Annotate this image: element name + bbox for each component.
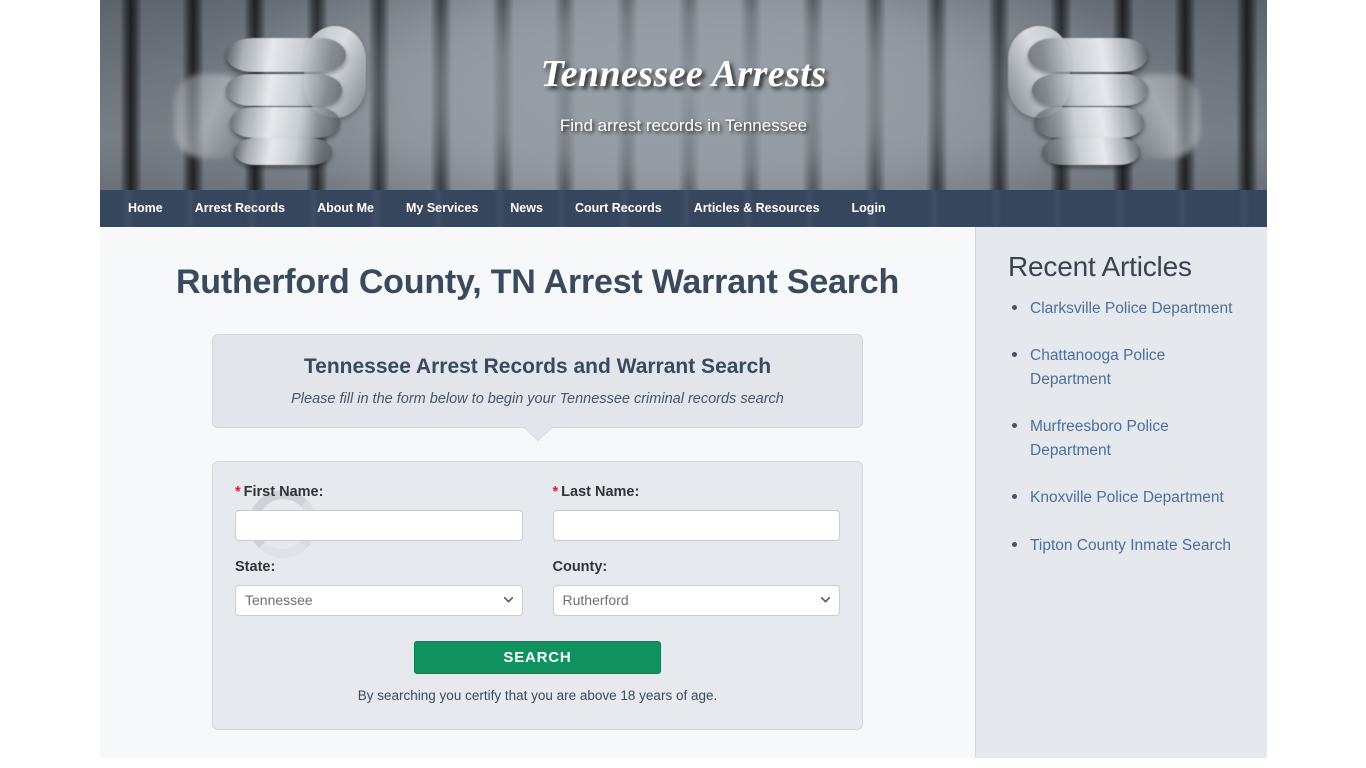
site-tagline: Find arrest records in Tennessee bbox=[559, 116, 808, 135]
main-navigation: Home Arrest Records About Me My Services… bbox=[100, 190, 1267, 227]
nav-item-login[interactable]: Login bbox=[836, 190, 902, 227]
required-marker-first-name: * bbox=[235, 483, 241, 500]
article-link-murfreesboro[interactable]: Murfreesboro Police Department bbox=[1030, 418, 1169, 458]
article-link-knoxville[interactable]: Knoxville Police Department bbox=[1030, 489, 1224, 506]
article-link-tipton-county[interactable]: Tipton County Inmate Search bbox=[1030, 537, 1231, 554]
list-item: Chattanooga Police Department bbox=[1012, 344, 1241, 391]
last-name-label-text: Last Name: bbox=[561, 483, 640, 500]
list-item: Clarksville Police Department bbox=[1012, 297, 1241, 320]
last-name-label: * Last Name: bbox=[553, 484, 841, 500]
state-select-wrap: Tennessee bbox=[235, 584, 523, 616]
list-item: Tipton County Inmate Search bbox=[1012, 534, 1241, 557]
form-row-location: State: Tennessee County: Rutherford bbox=[235, 559, 840, 616]
nav-item-my-services[interactable]: My Services bbox=[390, 190, 494, 227]
site-masthead: Tennessee Arrests Find arrest records in… bbox=[100, 0, 1267, 190]
state-select[interactable]: Tennessee bbox=[235, 584, 523, 616]
first-name-label-text: First Name: bbox=[243, 483, 324, 500]
age-disclaimer: By searching you certify that you are ab… bbox=[357, 687, 718, 703]
county-label: County: bbox=[552, 558, 608, 575]
sidebar-title: Recent Articles bbox=[1008, 251, 1192, 282]
field-group-state: State: Tennessee bbox=[235, 559, 523, 616]
nav-item-about-me[interactable]: About Me bbox=[301, 190, 390, 227]
callout-tail bbox=[523, 426, 552, 440]
field-group-county: County: Rutherford bbox=[552, 558, 840, 616]
county-select[interactable]: Rutherford bbox=[552, 584, 840, 616]
sidebar: Recent Articles Clarksville Police Depar… bbox=[975, 227, 1267, 758]
form-row-names: * First Name: * Last Name: bbox=[235, 484, 840, 541]
search-button[interactable]: SEARCH bbox=[414, 640, 661, 674]
arrest-search-form: * First Name: * Last Name: State: Tennesse… bbox=[212, 460, 863, 730]
nav-item-news[interactable]: News bbox=[494, 190, 559, 227]
callout-box: Tennessee Arrest Records and Warrant Sea… bbox=[212, 333, 863, 440]
list-item: Knoxville Police Department bbox=[1012, 486, 1241, 509]
page-title: Rutherford County, TN Arrest Warrant Sea… bbox=[175, 263, 900, 301]
article-link-chattanooga[interactable]: Chattanooga Police Department bbox=[1030, 347, 1165, 387]
callout-subtitle: Please fill in the form below to begin y… bbox=[291, 390, 784, 407]
nav-item-court-records[interactable]: Court Records bbox=[559, 190, 678, 227]
nav-item-arrest-records[interactable]: Arrest Records bbox=[179, 190, 301, 227]
main-content: Rutherford County, TN Arrest Warrant Sea… bbox=[100, 227, 975, 758]
field-group-first-name: * First Name: bbox=[235, 484, 523, 541]
recent-articles-list: Clarksville Police Department Chattanoog… bbox=[1008, 297, 1241, 557]
last-name-input[interactable] bbox=[552, 509, 840, 541]
county-select-wrap: Rutherford bbox=[552, 584, 840, 616]
first-name-input[interactable] bbox=[235, 509, 523, 541]
site-title: Tennessee Arrests bbox=[540, 53, 827, 95]
required-marker-last-name: * bbox=[552, 483, 559, 500]
list-item: Murfreesboro Police Department bbox=[1012, 415, 1241, 462]
article-link-clarksville[interactable]: Clarksville Police Department bbox=[1030, 300, 1232, 317]
nav-item-home[interactable]: Home bbox=[112, 190, 179, 227]
site-branding: Tennessee Arrests Find arrest records in… bbox=[100, 52, 1267, 136]
body-area: Rutherford County, TN Arrest Warrant Sea… bbox=[100, 227, 1267, 758]
state-label: State: bbox=[235, 558, 276, 575]
page-container: Tennessee Arrests Find arrest records in… bbox=[100, 0, 1267, 768]
first-name-label: * First Name: bbox=[235, 484, 523, 500]
field-group-last-name: * Last Name: bbox=[552, 484, 841, 541]
nav-item-articles-resources[interactable]: Articles & Resources bbox=[678, 190, 836, 227]
search-button-wrap: SEARCH bbox=[235, 640, 840, 674]
search-callout: Tennessee Arrest Records and Warrant Sea… bbox=[212, 333, 863, 440]
callout-title: Tennessee Arrest Records and Warrant Sea… bbox=[303, 354, 772, 378]
